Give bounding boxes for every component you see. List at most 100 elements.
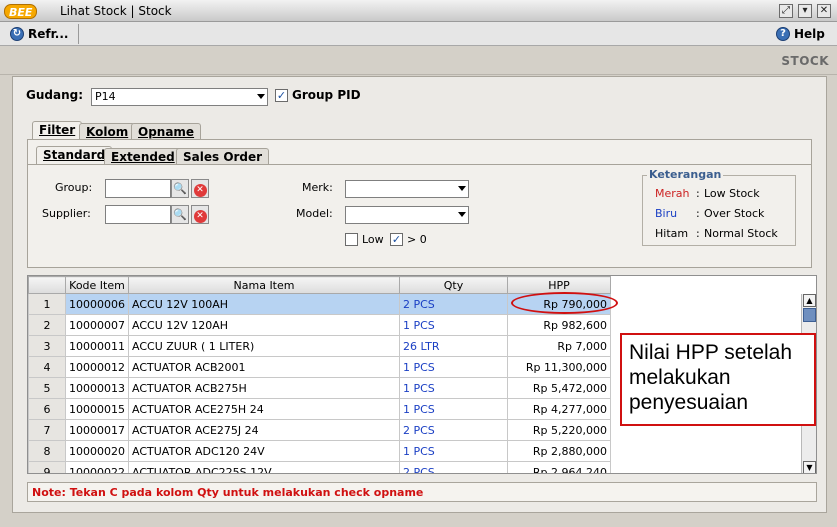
cell-kode-item[interactable]: 10000012 <box>65 356 129 378</box>
cell-qty[interactable]: 1 PCS <box>399 356 508 378</box>
row-number: 5 <box>28 377 66 399</box>
tab-standard-label: Standard <box>43 148 106 162</box>
group-search-button[interactable]: 🔍 <box>171 179 189 198</box>
cell-kode-item[interactable]: 10000022 <box>65 461 129 473</box>
table-row[interactable]: 6 10000015 ACTUATOR ACE275H 24 1 PCS Rp 4,27… <box>28 398 611 420</box>
supplier-label: Supplier: <box>42 207 91 220</box>
cell-qty[interactable]: 2 PCS <box>399 293 508 315</box>
group-input[interactable] <box>105 179 171 198</box>
legend-box: Keterangan Merah : Low Stock Biru : Over… <box>642 168 796 246</box>
gudang-select[interactable]: P14 <box>91 88 268 106</box>
gt0-checkbox[interactable]: ✓ <box>390 233 403 246</box>
supplier-clear-button[interactable]: ✕ <box>191 205 209 224</box>
scroll-up-icon[interactable]: ▲ <box>803 294 816 307</box>
supplier-input[interactable] <box>105 205 171 224</box>
cell-kode-item[interactable]: 10000013 <box>65 377 129 399</box>
cell-nama-item[interactable]: ACTUATOR ACE275J 24 <box>128 419 400 441</box>
table-row[interactable]: 4 10000012 ACTUATOR ACB2001 1 PCS Rp 11,300,… <box>28 356 611 378</box>
cell-nama-item[interactable]: ACTUATOR ACE275H 24 <box>128 398 400 420</box>
clear-icon: ✕ <box>193 210 207 223</box>
gt0-label: > 0 <box>407 233 427 246</box>
group-pid-label: Group PID <box>292 88 361 102</box>
cell-nama-item[interactable]: ACCU 12V 120AH <box>128 314 400 336</box>
minimize-icon[interactable]: ▾ <box>798 4 812 18</box>
cell-nama-item[interactable]: ACCU 12V 100AH <box>128 293 400 315</box>
page-header: STOCK <box>0 47 837 75</box>
cell-qty[interactable]: 2 PCS <box>399 419 508 441</box>
cell-hpp[interactable]: Rp 5,220,000 <box>507 419 611 441</box>
tab-sales-order-label: Sales Order <box>183 150 263 164</box>
table-row[interactable]: 3 10000011 ACCU ZUUR ( 1 LITER) 26 LTR Rp 7,… <box>28 335 611 357</box>
cell-hpp[interactable]: Rp 7,000 <box>507 335 611 357</box>
refresh-icon: ↻ <box>10 26 24 41</box>
col-nama-item[interactable]: Nama Item <box>128 276 400 294</box>
merk-label: Merk: <box>302 181 333 194</box>
cell-qty[interactable]: 1 PCS <box>399 398 508 420</box>
app-logo: BEE <box>4 3 38 19</box>
cell-hpp[interactable]: Rp 2,964,240 <box>507 461 611 473</box>
close-icon[interactable]: ✕ <box>817 4 831 18</box>
cell-hpp[interactable]: Rp 11,300,000 <box>507 356 611 378</box>
group-pid-checkbox[interactable]: ✓ <box>275 89 288 102</box>
main-panel: Gudang: P14 ✓ Group PID Filter Kolom Opn… <box>12 76 827 513</box>
cell-nama-item[interactable]: ACCU ZUUR ( 1 LITER) <box>128 335 400 357</box>
toolbar: ↻ Refr... ? Help <box>0 22 837 46</box>
tab-standard[interactable]: Standard <box>36 146 113 164</box>
table-row[interactable]: 9 10000022 ACTUATOR ADC225S 12V 2 PCS Rp 2,9… <box>28 461 611 473</box>
table-row[interactable]: 2 10000007 ACCU 12V 120AH 1 PCS Rp 982,600 <box>28 314 611 336</box>
scroll-thumb[interactable] <box>803 308 816 322</box>
cell-nama-item[interactable]: ACTUATOR ADC120 24V <box>128 440 400 462</box>
cell-kode-item[interactable]: 10000017 <box>65 419 129 441</box>
row-number: 6 <box>28 398 66 420</box>
legend-sep: : <box>696 227 700 240</box>
col-hpp[interactable]: HPP <box>507 276 611 294</box>
col-kode-item[interactable]: Kode Item <box>65 276 129 294</box>
restore-icon[interactable]: ⤢ <box>779 4 793 18</box>
cell-qty[interactable]: 2 PCS <box>399 461 508 473</box>
cell-hpp[interactable]: Rp 5,472,000 <box>507 377 611 399</box>
help-button[interactable]: ? Help <box>772 24 829 43</box>
cell-kode-item[interactable]: 10000020 <box>65 440 129 462</box>
page-title: STOCK <box>781 54 829 68</box>
hpp-highlight-ellipse <box>511 292 618 314</box>
merk-select[interactable] <box>345 180 469 198</box>
cell-hpp[interactable]: Rp 4,277,000 <box>507 398 611 420</box>
note-text: Note: Tekan C pada kolom Qty untuk melak… <box>32 486 424 499</box>
cell-hpp[interactable]: Rp 982,600 <box>507 314 611 336</box>
tab-extended-label: Extended <box>111 150 175 164</box>
cell-nama-item[interactable]: ACTUATOR ACB2001 <box>128 356 400 378</box>
refresh-button[interactable]: ↻ Refr... <box>6 24 72 43</box>
legend-biru: Biru <box>655 207 678 220</box>
tab-opname-label: Opname <box>138 125 195 139</box>
legend-over-stock: Over Stock <box>704 207 765 220</box>
title-bar: BEE Lihat Stock | Stock ⤢ ▾ ✕ <box>0 0 837 22</box>
cell-qty[interactable]: 26 LTR <box>399 335 508 357</box>
cell-kode-item[interactable]: 10000006 <box>65 293 129 315</box>
cell-kode-item[interactable]: 10000015 <box>65 398 129 420</box>
cell-nama-item[interactable]: ACTUATOR ACB275H <box>128 377 400 399</box>
cell-nama-item[interactable]: ACTUATOR ADC225S 12V <box>128 461 400 473</box>
cell-qty[interactable]: 1 PCS <box>399 377 508 399</box>
model-select[interactable] <box>345 206 469 224</box>
cell-kode-item[interactable]: 10000011 <box>65 335 129 357</box>
supplier-search-button[interactable]: 🔍 <box>171 205 189 224</box>
tab-filter[interactable]: Filter <box>32 121 83 139</box>
col-qty[interactable]: Qty <box>399 276 508 294</box>
group-clear-button[interactable]: ✕ <box>191 179 209 198</box>
callout-line-3: penyesuaian <box>629 391 749 414</box>
table-row[interactable]: 7 10000017 ACTUATOR ACE275J 24 2 PCS Rp 5,22… <box>28 419 611 441</box>
low-checkbox[interactable] <box>345 233 358 246</box>
legend-low-stock: Low Stock <box>704 187 760 200</box>
cell-qty[interactable]: 1 PCS <box>399 314 508 336</box>
annotation-callout: Nilai HPP setelah melakukan penyesuaian <box>620 333 816 426</box>
table-row[interactable]: 5 10000013 ACTUATOR ACB275H 1 PCS Rp 5,472,0… <box>28 377 611 399</box>
cell-kode-item[interactable]: 10000007 <box>65 314 129 336</box>
window-title: Lihat Stock | Stock <box>60 4 172 18</box>
refresh-label: Refr... <box>28 26 69 41</box>
cell-hpp[interactable]: Rp 2,880,000 <box>507 440 611 462</box>
clear-icon: ✕ <box>193 184 207 197</box>
search-icon: 🔍 <box>173 182 187 195</box>
table-row[interactable]: 8 10000020 ACTUATOR ADC120 24V 1 PCS Rp 2,88… <box>28 440 611 462</box>
scroll-down-icon[interactable]: ▼ <box>803 461 816 473</box>
cell-qty[interactable]: 1 PCS <box>399 440 508 462</box>
